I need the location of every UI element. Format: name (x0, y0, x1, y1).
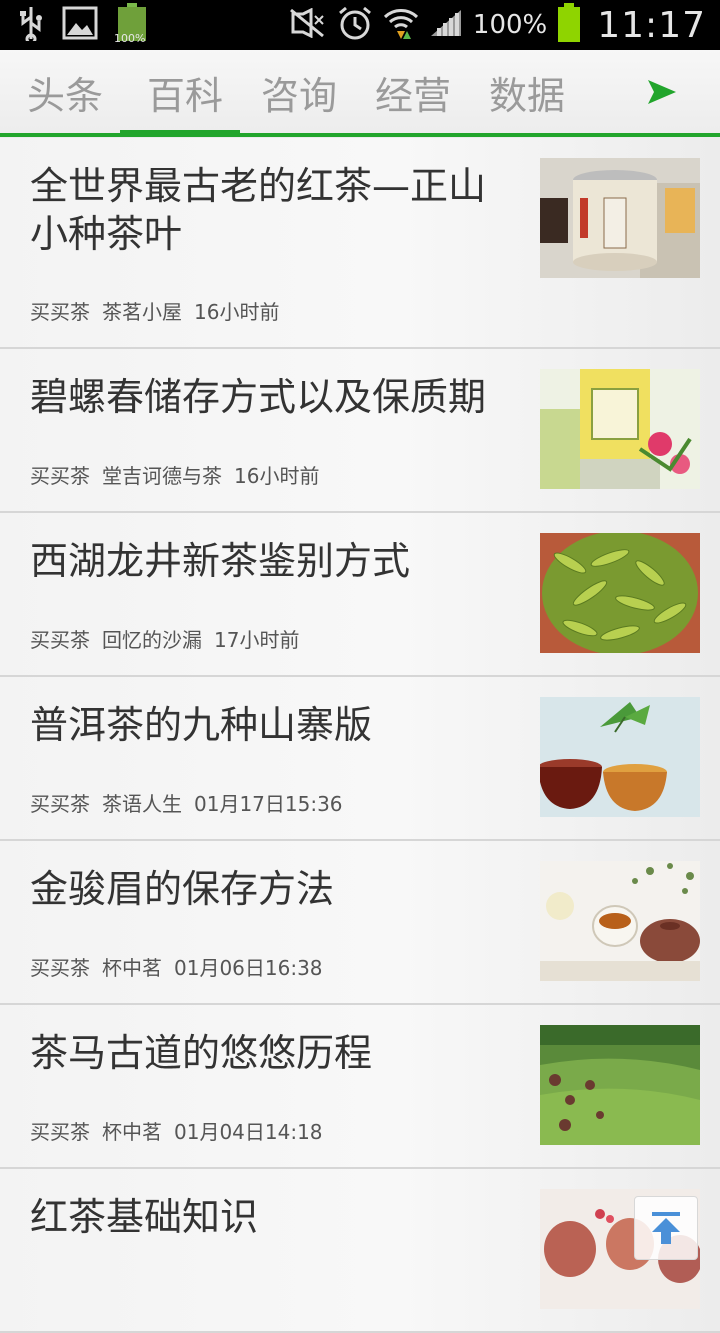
battery-small-label: 100% (114, 32, 145, 45)
article-meta: 买买茶 杯中茗 01月04日14:18 (30, 1116, 323, 1145)
battery-small-icon: 100% (116, 3, 148, 47)
tea-set-image (540, 861, 700, 981)
battery-percent: 100% (473, 10, 547, 40)
wifi-icon (383, 5, 419, 45)
arrow-up-icon (646, 1208, 686, 1248)
alarm-icon (337, 5, 373, 45)
article-title: 金骏眉的保存方法 (30, 865, 510, 913)
article-author: 杯中茗 (102, 952, 162, 981)
tab-label: 头条 (27, 65, 103, 120)
article-meta: 买买茶 茶茗小屋 16小时前 (30, 296, 279, 325)
tea-box-flower-image (540, 369, 700, 489)
article-title: 全世界最古老的红茶—正山小种茶叶 (30, 162, 510, 258)
article-title: 普洱茶的九种山寨版 (30, 701, 510, 749)
tab-label: 百科 (147, 65, 223, 120)
tab-data[interactable]: 数据 (470, 50, 584, 134)
article-item[interactable]: 茶马古道的悠悠历程 买买茶 杯中茗 01月04日14:18 (0, 1005, 720, 1169)
tab-underline (0, 133, 720, 137)
article-meta: 买买茶 堂吉诃德与茶 16小时前 (30, 460, 319, 489)
battery-icon (557, 3, 581, 47)
tab-label: 咨询 (261, 65, 337, 120)
clock: 11:17 (597, 5, 706, 46)
article-time: 17小时前 (214, 624, 299, 653)
green-tea-leaves-image (540, 533, 700, 653)
article-title: 碧螺春储存方式以及保质期 (30, 373, 510, 421)
tab-headlines[interactable]: 头条 (0, 50, 128, 134)
article-title: 红茶基础知识 (30, 1193, 510, 1241)
tea-field-image (540, 1025, 700, 1145)
article-time: 16小时前 (194, 296, 279, 325)
mute-icon (289, 8, 327, 42)
article-item[interactable]: 普洱茶的九种山寨版 买买茶 茶语人生 01月17日15:36 (0, 677, 720, 841)
article-title: 茶马古道的悠悠历程 (30, 1029, 510, 1077)
article-title: 西湖龙井新茶鉴别方式 (30, 537, 510, 585)
tab-label: 数据 (489, 65, 565, 120)
article-source: 买买茶 (30, 788, 90, 817)
article-meta: 买买茶 茶语人生 01月17日15:36 (30, 788, 343, 817)
tab-encyclopedia[interactable]: 百科 (128, 50, 242, 134)
article-meta: 买买茶 回忆的沙漏 17小时前 (30, 624, 299, 653)
article-author: 茶茗小屋 (102, 296, 182, 325)
article-item[interactable]: 西湖龙井新茶鉴别方式 买买茶 回忆的沙漏 17小时前 (0, 513, 720, 677)
article-item[interactable]: 碧螺春储存方式以及保质期 买买茶 堂吉诃德与茶 16小时前 (0, 349, 720, 513)
article-source: 买买茶 (30, 952, 90, 981)
article-time: 01月04日14:18 (174, 1116, 323, 1145)
tab-consult[interactable]: 咨询 (242, 50, 356, 134)
article-time: 01月17日15:36 (194, 788, 343, 817)
article-author: 茶语人生 (102, 788, 182, 817)
category-tab-bar: 头条 百科 咨询 经营 数据 (0, 50, 720, 138)
tab-label: 经营 (375, 65, 451, 120)
tab-business[interactable]: 经营 (356, 50, 470, 134)
active-tab-indicator (120, 130, 240, 136)
tea-cups-image (540, 697, 700, 817)
article-author: 回忆的沙漏 (102, 624, 202, 653)
article-source: 买买茶 (30, 1116, 90, 1145)
article-meta: 买买茶 杯中茗 01月06日16:38 (30, 952, 323, 981)
article-source: 买买茶 (30, 296, 90, 325)
gallery-icon (62, 5, 98, 45)
more-tabs-arrow-icon[interactable] (642, 72, 682, 112)
article-author: 堂吉诃德与茶 (102, 460, 222, 489)
article-source: 买买茶 (30, 624, 90, 653)
signal-icon (429, 8, 463, 42)
article-item[interactable]: 全世界最古老的红茶—正山小种茶叶 买买茶 茶茗小屋 16小时前 (0, 138, 720, 349)
tea-canister-image (540, 158, 700, 278)
article-time: 16小时前 (234, 460, 319, 489)
article-time: 01月06日16:38 (174, 952, 323, 981)
article-author: 杯中茗 (102, 1116, 162, 1145)
article-list: 全世界最古老的红茶—正山小种茶叶 买买茶 茶茗小屋 16小时前 碧螺春储存方式以… (0, 138, 720, 1333)
status-bar: 100% 100% 11:17 (0, 0, 720, 50)
back-to-top-button[interactable] (634, 1196, 698, 1260)
article-item[interactable]: 金骏眉的保存方法 买买茶 杯中茗 01月06日16:38 (0, 841, 720, 1005)
article-source: 买买茶 (30, 460, 90, 489)
usb-icon (18, 5, 44, 45)
article-item[interactable]: 红茶基础知识 (0, 1169, 720, 1333)
